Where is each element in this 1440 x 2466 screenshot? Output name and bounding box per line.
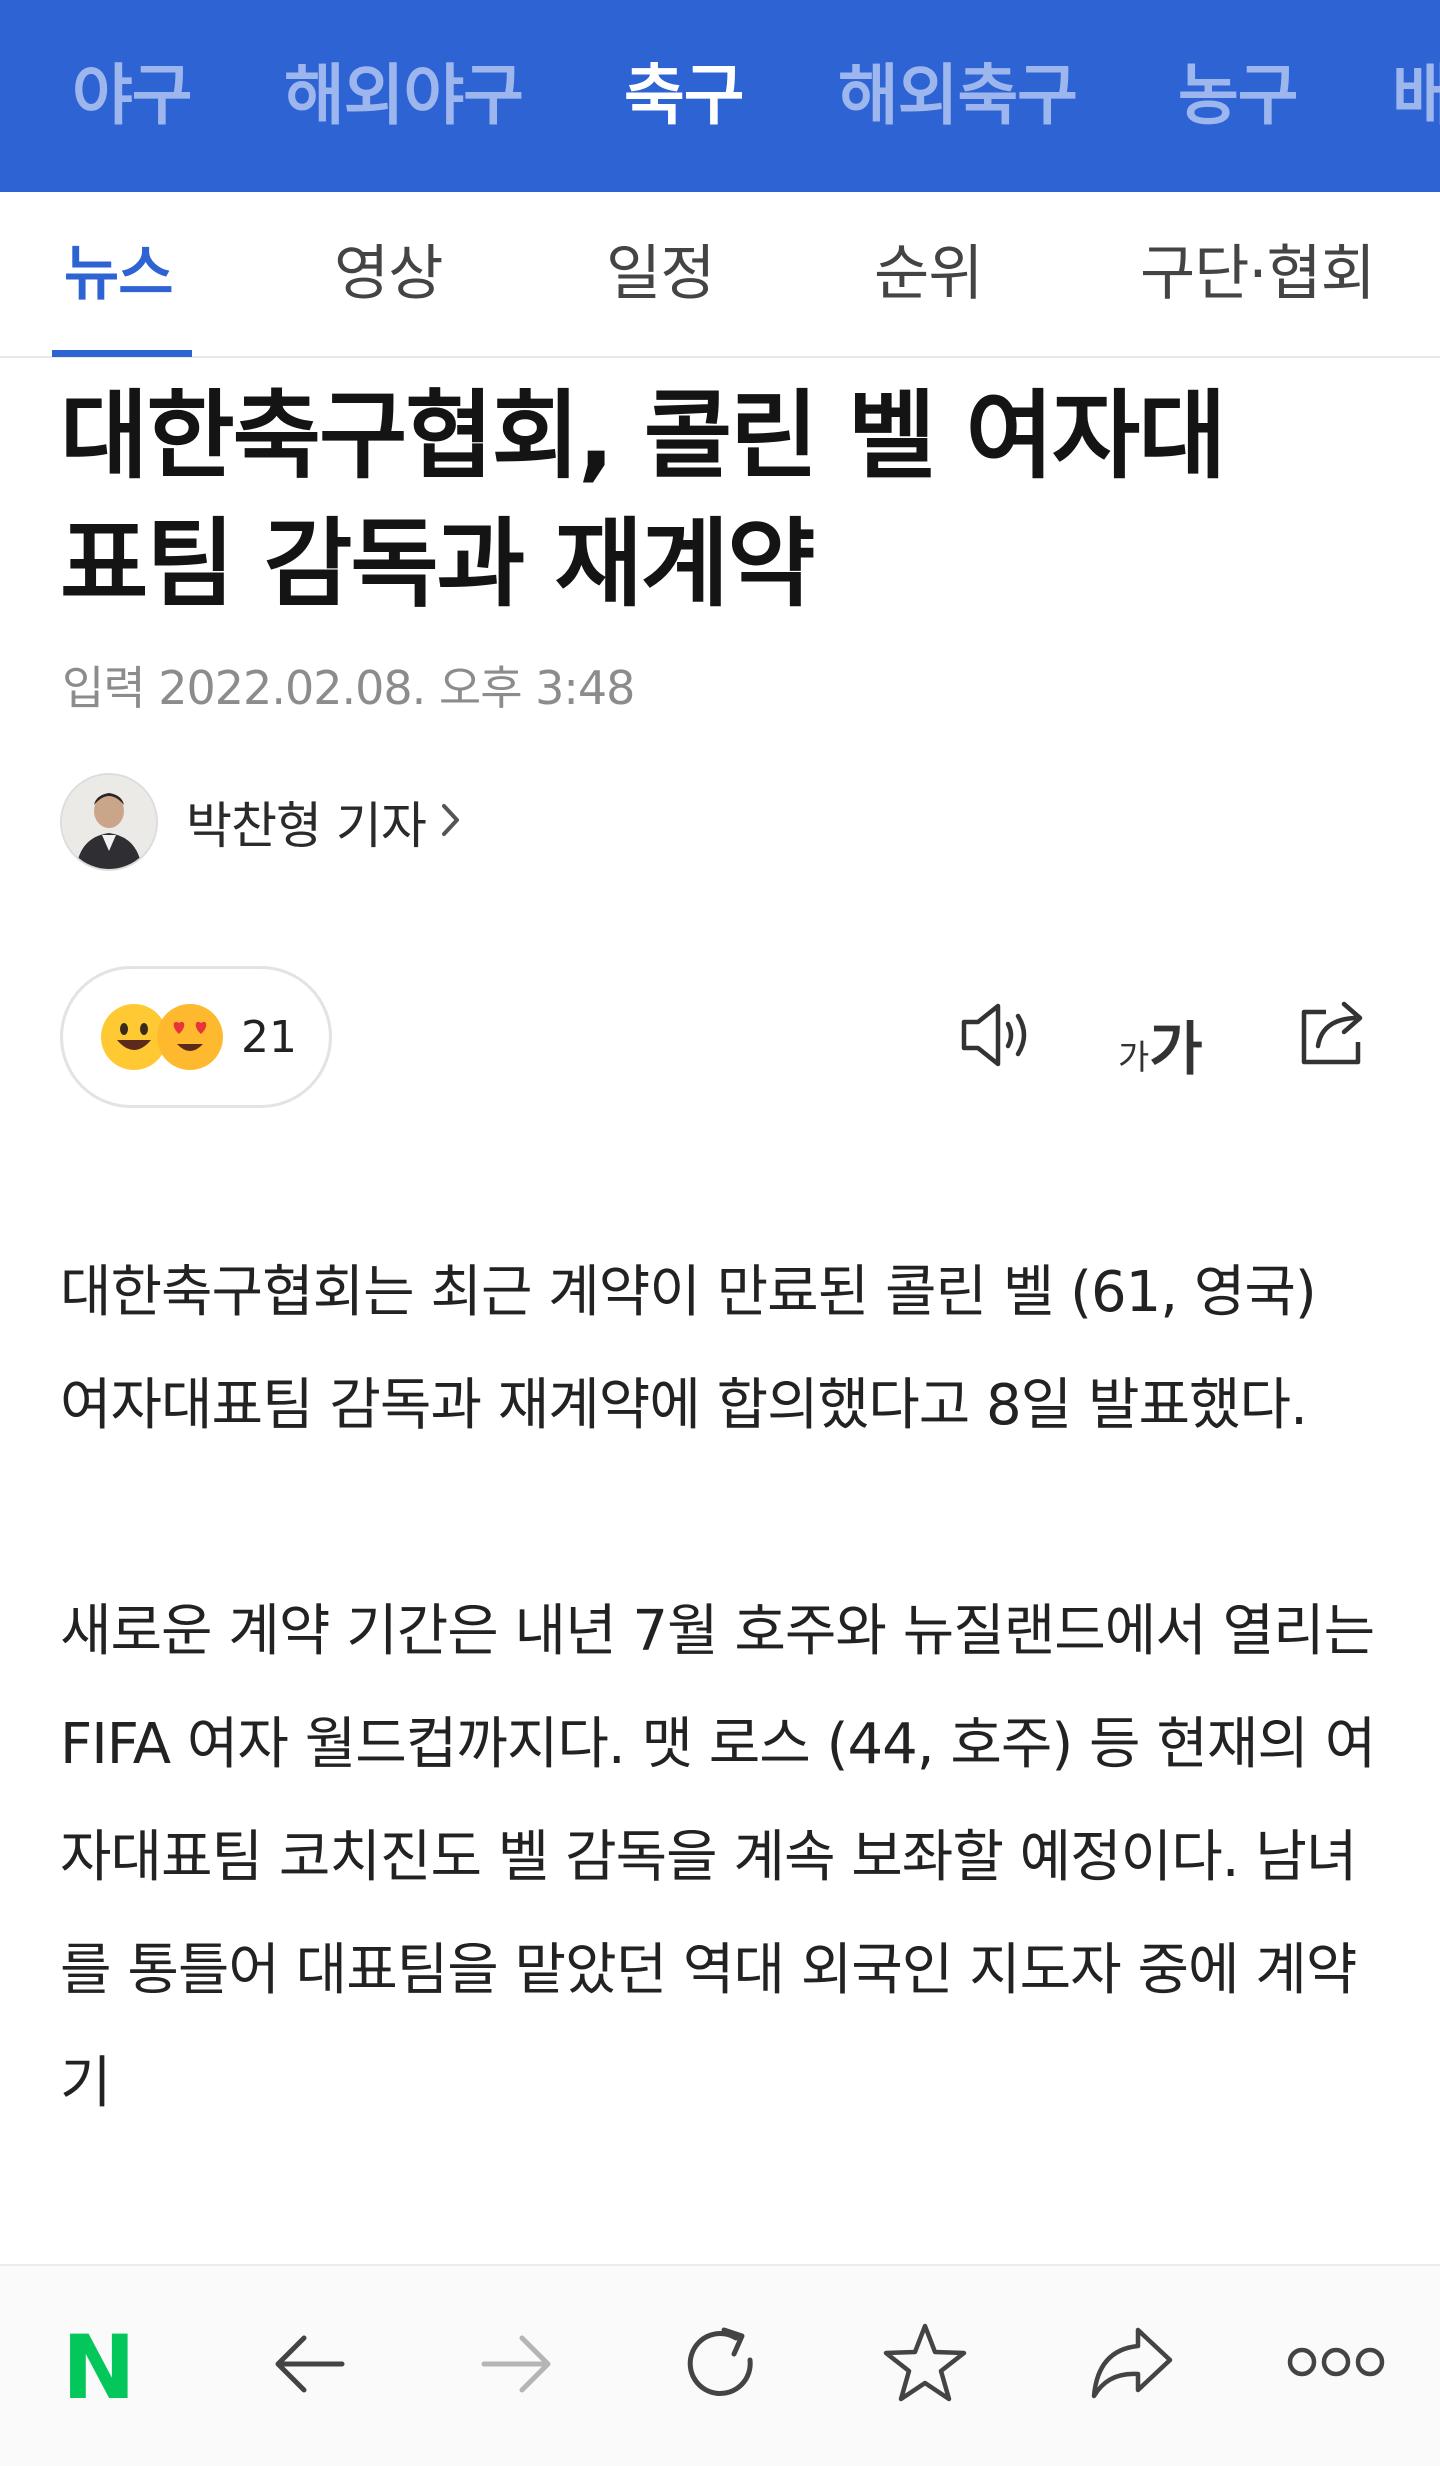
tab-clubs[interactable]: 구단·협회 — [1140, 192, 1376, 356]
tab-ranking[interactable]: 순위 — [874, 192, 983, 356]
article-paragraph: 새로운 계약 기간은 내년 7월 호주와 뉴질랜드에서 열리는 FIFA 여자 … — [60, 1599, 1376, 2116]
reporter-name: 박찬형 기자 — [186, 797, 427, 855]
sport-tab-world-football[interactable]: 해외축구 — [838, 0, 1078, 192]
headline-line-1: 대한축구협회, 콜린 벨 여자대 — [60, 380, 1227, 492]
reaction-count: 21 — [241, 1011, 297, 1063]
sport-tab-baseball[interactable]: 야구 — [72, 0, 192, 192]
sport-tab-football[interactable]: 축구 — [624, 0, 744, 192]
tab-schedule[interactable]: 일정 — [606, 192, 715, 356]
refresh-icon[interactable] — [676, 2320, 764, 2412]
back-arrow-icon[interactable] — [270, 2324, 350, 2408]
sport-nav: 야구 해외야구 축구 해외축구 농구 배 — [0, 0, 1440, 192]
share-arrow-icon[interactable] — [1086, 2320, 1176, 2410]
headline-line-2: 표팀 감독과 재계약 — [60, 508, 815, 620]
sport-tab-world-baseball[interactable]: 해외야구 — [284, 0, 524, 192]
sport-tab-volleyball[interactable]: 배 — [1392, 0, 1440, 192]
browser-toolbar: N — [0, 2264, 1440, 2466]
article-headline: 대한축구협회, 콜린 벨 여자대 표팀 감독과 재계약 — [60, 372, 1380, 628]
speaker-icon[interactable] — [958, 990, 1038, 1084]
heart-eyes-emoji-icon — [155, 1002, 225, 1072]
naver-logo-icon[interactable]: N — [62, 2324, 136, 2412]
chevron-right-icon — [440, 800, 462, 844]
reporter-link[interactable]: 박찬형 기자 — [60, 772, 462, 872]
reporter-avatar — [60, 773, 158, 871]
article-paragraph: 대한축구협회는 최근 계약이 만료된 콜린 벨 (61, 영국) 여자대표팀 감… — [60, 1260, 1317, 1438]
font-size-large-label: 가 — [1149, 1015, 1203, 1083]
forward-arrow-icon[interactable] — [476, 2324, 556, 2408]
reaction-button[interactable]: 21 — [60, 966, 332, 1108]
active-tab-indicator — [52, 350, 192, 357]
tab-news[interactable]: 뉴스 — [64, 192, 173, 356]
publish-date: 입력 2022.02.08. 오후 3:48 — [62, 661, 635, 715]
section-tabs: 뉴스 영상 일정 순위 구단·협회 — [0, 192, 1440, 358]
naver-logo-letter: N — [62, 2316, 136, 2419]
article-body: 대한축구협회는 최근 계약이 만료된 콜린 벨 (61, 영국) 여자대표팀 감… — [60, 1236, 1380, 2253]
sport-tab-basketball[interactable]: 농구 — [1178, 0, 1298, 192]
font-size-small-label: 가 — [1118, 1038, 1150, 1078]
font-size-icon[interactable]: 가가 — [1118, 1002, 1203, 1086]
tab-video[interactable]: 영상 — [334, 192, 443, 356]
bookmark-star-icon[interactable] — [880, 2318, 970, 2412]
share-icon[interactable] — [1296, 990, 1372, 1074]
more-menu-icon[interactable] — [1286, 2342, 1386, 2386]
